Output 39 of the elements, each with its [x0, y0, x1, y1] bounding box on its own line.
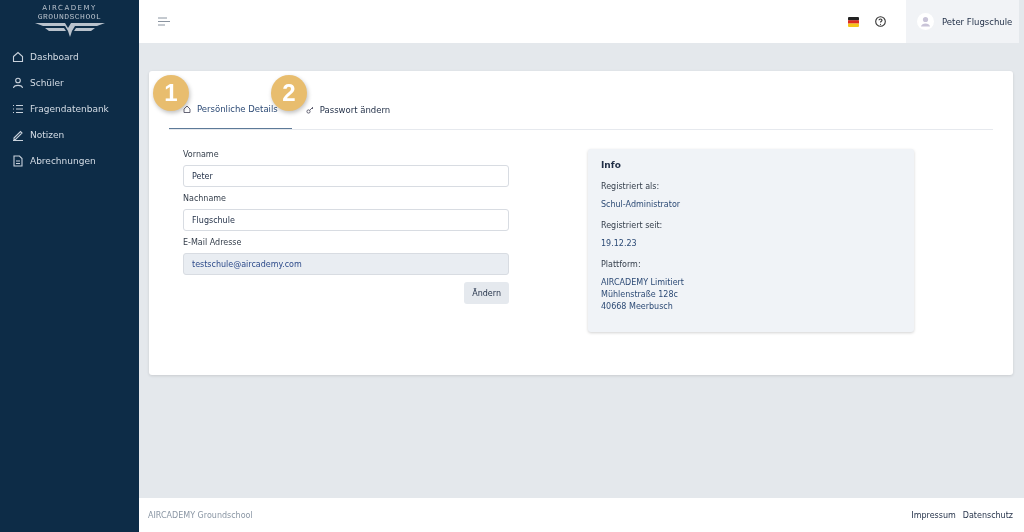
- footer-brand: AIRCADEMY Groundschool: [148, 510, 253, 520]
- list-icon: [12, 103, 24, 115]
- key-icon: [305, 106, 314, 114]
- help-icon[interactable]: [875, 16, 886, 27]
- info-value: 19.12.23: [601, 238, 638, 250]
- info-value: Schul-Administrator: [601, 199, 682, 211]
- document-icon: [12, 155, 24, 167]
- user-name: Peter Flugschule: [942, 16, 1013, 27]
- sidebar-item[interactable]: Abrechnungen: [0, 148, 139, 174]
- info-value: 40668 Meerbusch: [601, 301, 674, 313]
- input-field[interactable]: Flugschule: [183, 209, 509, 231]
- logo-text: GROUNDSCHOOL: [37, 12, 102, 21]
- wings-icon: [34, 22, 105, 38]
- info-label: Plattform:: [601, 260, 642, 269]
- info-label: Registriert seit:: [601, 221, 664, 230]
- info-title: Info: [601, 160, 622, 170]
- change-button[interactable]: Ändern: [464, 282, 509, 304]
- menu-icon[interactable]: [158, 17, 170, 26]
- footer-link[interactable]: Impressum: [911, 510, 956, 520]
- field-label: E-Mail Adresse: [183, 238, 243, 247]
- field-label: Nachname: [183, 194, 228, 203]
- sidebar-item[interactable]: Dashboard: [0, 44, 139, 70]
- user-menu[interactable]: Peter Flugschule: [906, 0, 1019, 43]
- house-icon: [183, 105, 191, 113]
- sidebar-item[interactable]: Notizen: [0, 122, 139, 148]
- avatar-icon: [917, 13, 934, 30]
- info-value: Mühlenstraße 128c: [601, 289, 679, 301]
- person-icon: [12, 77, 24, 89]
- flag-icon[interactable]: [848, 16, 859, 27]
- sidebar-item[interactable]: Fragendatenbank: [0, 96, 139, 122]
- info-label: Registriert als:: [601, 182, 661, 191]
- input-field[interactable]: Peter: [183, 165, 509, 187]
- sidebar-item[interactable]: Schüler: [0, 70, 139, 96]
- house-icon: [12, 51, 24, 63]
- field-label: Vorname: [183, 150, 220, 159]
- step-marker: 1: [153, 75, 189, 111]
- footer-link[interactable]: Datenschutz: [962, 510, 1013, 520]
- pen-icon: [12, 129, 24, 141]
- info-value: AIRCADEMY Limitiert: [601, 277, 685, 289]
